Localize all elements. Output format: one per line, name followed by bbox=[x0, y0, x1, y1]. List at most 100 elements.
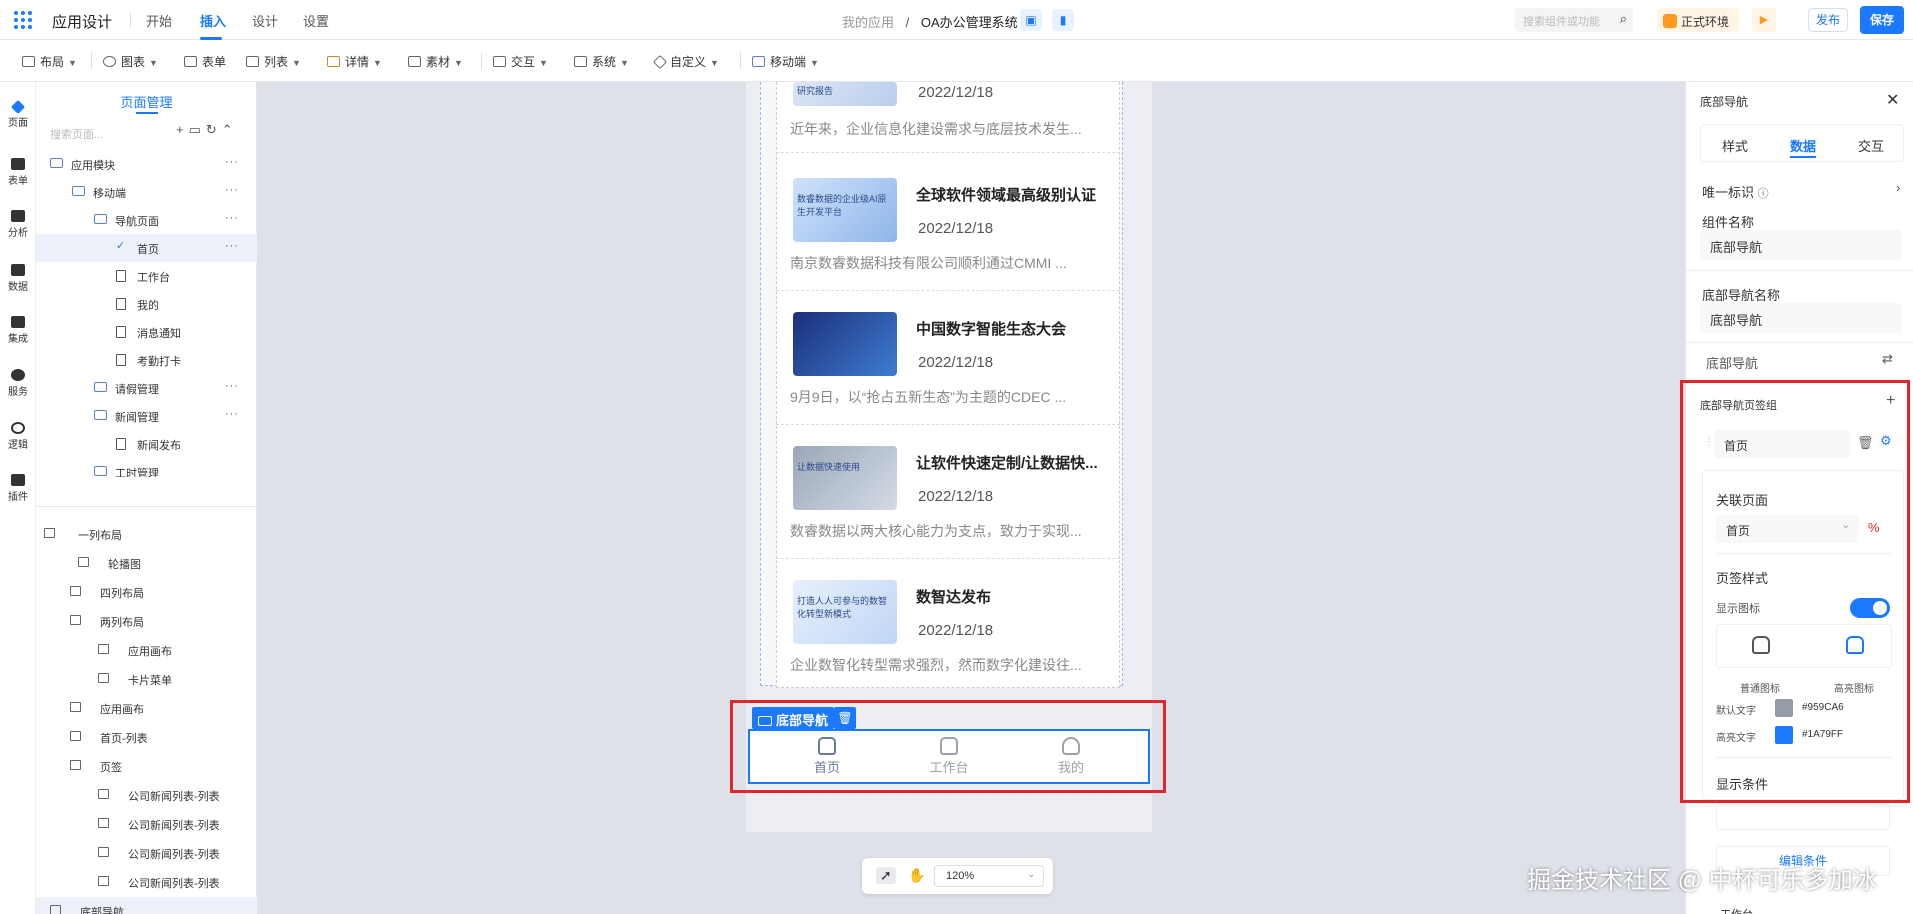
more-icon[interactable]: ··· bbox=[225, 240, 239, 252]
news-title[interactable]: 数智达发布 bbox=[916, 586, 1111, 607]
save-button[interactable]: 保存 bbox=[1860, 6, 1904, 34]
normal-home-icon[interactable] bbox=[1752, 636, 1770, 654]
publish-button[interactable]: 发布 bbox=[1808, 8, 1848, 32]
rail-item-plugins[interactable]: 插件 bbox=[0, 474, 36, 503]
toolbar-custom[interactable]: 自定义 ▼ bbox=[652, 53, 719, 70]
page-tree-item[interactable]: 移动端 ··· bbox=[36, 178, 257, 206]
page-tree-item[interactable]: ✓ 首页 ··· bbox=[36, 234, 257, 262]
news-thumbnail[interactable]: 让数据快速使用 bbox=[793, 446, 897, 510]
rail-item-services[interactable]: 服务 bbox=[0, 369, 36, 398]
page-tree-item[interactable]: 导航页面 ··· bbox=[36, 206, 257, 234]
outline-item[interactable]: 一列布局 bbox=[36, 520, 257, 548]
more-icon[interactable]: ··· bbox=[225, 408, 239, 420]
tab-design[interactable]: 设计 bbox=[252, 11, 278, 30]
rail-item-logic[interactable]: 逻辑 bbox=[0, 422, 36, 451]
settings-icon[interactable]: ⚙ bbox=[1880, 433, 1892, 449]
page-tree-item[interactable]: 请假管理 ··· bbox=[36, 374, 257, 402]
run-button[interactable]: ▶ bbox=[1752, 8, 1776, 32]
tab-insert[interactable]: 插入 bbox=[200, 11, 226, 30]
rail-item-analysis[interactable]: 分析 bbox=[0, 210, 36, 239]
more-icon[interactable]: ··· bbox=[225, 184, 239, 196]
tab-style[interactable]: 样式 bbox=[1722, 136, 1748, 155]
outline-item[interactable]: 首页-列表 bbox=[36, 723, 257, 751]
toolbar-list[interactable]: 列表 ▼ bbox=[246, 53, 301, 70]
news-title[interactable]: 全球软件领域最高级别认证 bbox=[916, 184, 1111, 205]
page-tree-item[interactable]: 工时管理 bbox=[36, 458, 257, 477]
more-icon[interactable]: ··· bbox=[225, 156, 239, 168]
highlight-home-icon[interactable] bbox=[1846, 636, 1864, 654]
news-title[interactable]: 中国数字智能生态大会 bbox=[916, 318, 1111, 339]
tab-item-input[interactable]: 首页 bbox=[1714, 430, 1850, 458]
highlight-text-swatch[interactable] bbox=[1775, 726, 1793, 744]
add-icon[interactable]: + bbox=[1886, 392, 1895, 410]
tab-start[interactable]: 开始 bbox=[146, 11, 172, 30]
page-tree-item[interactable]: 新闻管理 ··· bbox=[36, 402, 257, 430]
breadcrumb-parent[interactable]: 我的应用 bbox=[842, 15, 894, 30]
rail-item-data[interactable]: 数据 bbox=[0, 264, 36, 293]
page-tree-item[interactable]: 工作台 bbox=[36, 262, 257, 290]
global-search-input[interactable]: 搜索组件或功能 ⌕ bbox=[1515, 8, 1633, 32]
toolbar-form[interactable]: 表单 bbox=[184, 53, 226, 70]
outline-item[interactable]: 公司新闻列表-列表 bbox=[36, 810, 257, 838]
search-icon[interactable]: ⌕ bbox=[1620, 11, 1627, 27]
preview-icon[interactable]: ▣ bbox=[1020, 9, 1042, 31]
toolbar-interaction[interactable]: 交互 ▼ bbox=[493, 53, 548, 70]
outline-item[interactable]: 页签 bbox=[36, 752, 257, 780]
tab-settings[interactable]: 设置 bbox=[303, 11, 329, 30]
outline-item[interactable]: 应用画布 bbox=[36, 636, 257, 664]
nav-name-input[interactable]: 底部导航 bbox=[1700, 303, 1902, 333]
environment-button[interactable]: 正式环境 bbox=[1657, 8, 1739, 32]
news-thumbnail[interactable]: 研究报告 bbox=[793, 82, 897, 106]
toolbar-assets[interactable]: 素材 ▼ bbox=[408, 53, 463, 70]
outline-item[interactable]: 底部导航 bbox=[36, 897, 257, 914]
outline-item[interactable]: 公司新闻列表-列表 bbox=[36, 839, 257, 867]
rail-item-integration[interactable]: 集成 bbox=[0, 316, 36, 345]
app-grid-icon[interactable] bbox=[14, 11, 32, 29]
outline-item[interactable]: 轮播图 bbox=[36, 549, 257, 577]
outline-item[interactable]: 两列布局 bbox=[36, 607, 257, 635]
page-tree-item[interactable]: 我的 bbox=[36, 290, 257, 318]
page-tree-item[interactable]: 消息通知 bbox=[36, 318, 257, 346]
bottom-nav-item-mine[interactable]: 我的 bbox=[1041, 737, 1101, 776]
tab-data[interactable]: 数据 bbox=[1790, 136, 1816, 155]
help-icon[interactable]: ⓘ bbox=[1758, 188, 1769, 200]
close-icon[interactable]: ✕ bbox=[1886, 90, 1899, 110]
toolbar-layout[interactable]: 布局 ▼ bbox=[22, 53, 77, 70]
page-tree-item[interactable]: 新闻发布 bbox=[36, 430, 257, 458]
unlink-icon[interactable]: % bbox=[1868, 520, 1880, 535]
rail-item-forms[interactable]: 表单 bbox=[0, 158, 36, 187]
zoom-select[interactable]: 120% ⌄ bbox=[934, 865, 1044, 887]
outline-item[interactable]: 应用画布 bbox=[36, 694, 257, 722]
component-name-input[interactable]: 底部导航 bbox=[1700, 230, 1902, 260]
news-thumbnail[interactable]: 打造人人可参与的数智化转型新模式 bbox=[793, 580, 897, 644]
toolbar-system[interactable]: 系统 ▼ bbox=[574, 53, 629, 70]
page-tree-item[interactable]: 应用模块 ··· bbox=[36, 150, 257, 178]
page-tree-item[interactable]: 考勤打卡 bbox=[36, 346, 257, 374]
news-thumbnail[interactable] bbox=[793, 312, 897, 376]
tab-interaction[interactable]: 交互 bbox=[1858, 136, 1884, 155]
rail-item-pages[interactable]: 页面 bbox=[0, 99, 36, 129]
outline-item[interactable]: 四列布局 bbox=[36, 578, 257, 606]
toolbar-detail[interactable]: 详情 ▼ bbox=[327, 53, 382, 70]
outline-item[interactable]: 卡片菜单 bbox=[36, 665, 257, 693]
chevron-right-icon[interactable]: › bbox=[1896, 180, 1900, 195]
swap-icon[interactable]: ⇄ bbox=[1882, 351, 1893, 367]
outline-item[interactable]: 公司新闻列表-列表 bbox=[36, 781, 257, 809]
outline-item[interactable]: 公司新闻列表-列表 bbox=[36, 868, 257, 896]
bottom-nav-item-home[interactable]: 首页 bbox=[797, 737, 857, 776]
more-icon[interactable]: ··· bbox=[225, 212, 239, 224]
default-text-swatch[interactable] bbox=[1775, 699, 1793, 717]
news-title[interactable]: 让软件快速定制/让数据快... bbox=[916, 452, 1111, 473]
default-text-color[interactable]: #959CA6 bbox=[1802, 702, 1844, 713]
hand-icon[interactable]: ✋ bbox=[908, 867, 925, 884]
next-tab-item[interactable]: 工作台 bbox=[1720, 906, 1753, 914]
news-thumbnail[interactable]: 数睿数据的企业级AI原生开发平台 bbox=[793, 178, 897, 242]
more-icon[interactable]: ··· bbox=[225, 380, 239, 392]
pointer-icon[interactable]: ➚ bbox=[876, 867, 896, 884]
bottom-nav-item-workbench[interactable]: 工作台 bbox=[919, 737, 979, 776]
delete-icon[interactable]: 🗑 bbox=[834, 707, 856, 729]
trash-icon[interactable]: 🗑 bbox=[1857, 435, 1874, 451]
toolbar-chart[interactable]: 图表 ▼ bbox=[103, 53, 158, 70]
linked-page-select[interactable]: 首页 ⌄ bbox=[1716, 515, 1858, 543]
toolbar-mobile[interactable]: 移动端 ▼ bbox=[752, 53, 819, 70]
